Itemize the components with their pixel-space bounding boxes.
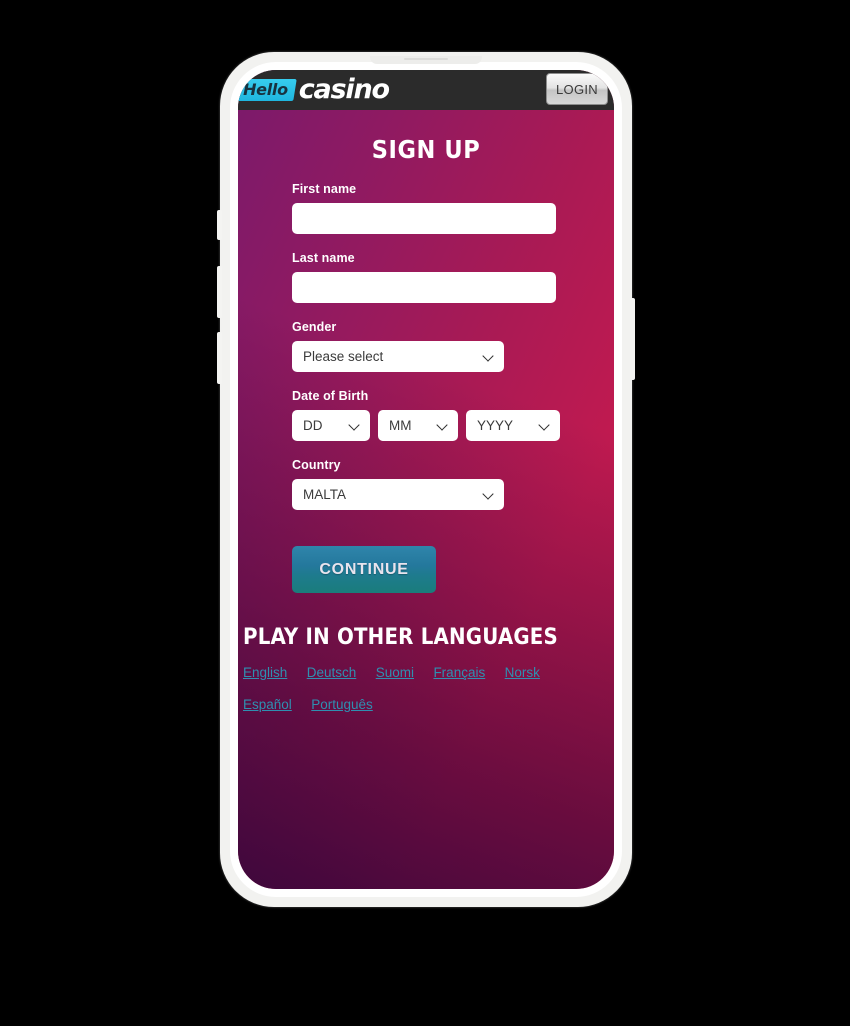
page-title: SIGN UP <box>371 135 481 164</box>
dob-day-value: DD <box>303 418 323 433</box>
phone-screen: Hello casino LOGIN SIGN UP First name La… <box>238 70 614 889</box>
logo-hello-badge: Hello <box>238 79 297 101</box>
field-last-name: Last name <box>292 251 560 303</box>
gender-select-value: Please select <box>303 349 384 364</box>
last-name-label: Last name <box>292 251 355 265</box>
chevron-down-icon <box>438 421 447 430</box>
logo-hello-text: Hello <box>243 80 288 99</box>
field-country: Country MALTA <box>292 458 560 510</box>
language-link-english[interactable]: English <box>243 665 287 680</box>
silent-switch-button[interactable] <box>217 210 222 240</box>
field-gender: Gender Please select <box>292 320 560 372</box>
login-button[interactable]: LOGIN <box>546 73 608 105</box>
dob-month-select[interactable]: MM <box>378 410 458 441</box>
first-name-label: First name <box>292 182 357 196</box>
date-of-birth-label: Date of Birth <box>292 389 369 403</box>
language-link-espanol[interactable]: Español <box>243 697 292 712</box>
gender-label: Gender <box>292 320 337 334</box>
language-link-francais[interactable]: Français <box>433 665 485 680</box>
screenshot-canvas: Hello casino LOGIN SIGN UP First name La… <box>0 0 850 1026</box>
signup-form: First name Last name Gender Please selec… <box>292 182 560 593</box>
dob-month-value: MM <box>389 418 412 433</box>
logo-casino-text: casino <box>298 74 390 105</box>
language-row: English Deutsch Suomi Français Norsk <box>243 664 614 682</box>
other-languages-section: PLAY IN OTHER LANGUAGES English Deutsch … <box>243 625 614 714</box>
country-label: Country <box>292 458 341 472</box>
dob-year-value: YYYY <box>477 418 514 433</box>
language-link-portugues[interactable]: Português <box>311 697 373 712</box>
dob-year-select[interactable]: YYYY <box>466 410 560 441</box>
language-link-deutsch[interactable]: Deutsch <box>307 665 357 680</box>
language-link-suomi[interactable]: Suomi <box>376 665 414 680</box>
country-select-value: MALTA <box>303 487 347 502</box>
power-button[interactable] <box>630 298 635 380</box>
field-first-name: First name <box>292 182 560 234</box>
phone-device-frame: Hello casino LOGIN SIGN UP First name La… <box>217 52 635 907</box>
last-name-input[interactable] <box>292 272 556 303</box>
web-page-viewport: Hello casino LOGIN SIGN UP First name La… <box>238 70 614 889</box>
chevron-down-icon <box>540 421 549 430</box>
site-logo[interactable]: Hello casino <box>238 74 390 105</box>
signup-page: SIGN UP First name Last name Gender Plea… <box>238 135 614 714</box>
volume-down-button[interactable] <box>217 332 222 384</box>
date-of-birth-row: DD MM YYYY <box>292 410 560 441</box>
volume-up-button[interactable] <box>217 266 222 318</box>
language-link-norsk[interactable]: Norsk <box>505 665 540 680</box>
chevron-down-icon <box>350 421 359 430</box>
language-links: English Deutsch Suomi Français Norsk Esp… <box>243 664 614 714</box>
country-select[interactable]: MALTA <box>292 479 504 510</box>
language-row: Español Português <box>243 696 614 714</box>
dob-day-select[interactable]: DD <box>292 410 370 441</box>
continue-button[interactable]: CONTINUE <box>292 546 436 593</box>
earpiece-speaker-icon <box>404 58 448 60</box>
site-header: Hello casino LOGIN <box>238 70 614 110</box>
field-date-of-birth: Date of Birth DD MM YYYY <box>292 389 560 441</box>
first-name-input[interactable] <box>292 203 556 234</box>
other-languages-title: PLAY IN OTHER LANGUAGES <box>243 625 558 650</box>
chevron-down-icon <box>484 352 493 361</box>
gender-select[interactable]: Please select <box>292 341 504 372</box>
chevron-down-icon <box>484 490 493 499</box>
